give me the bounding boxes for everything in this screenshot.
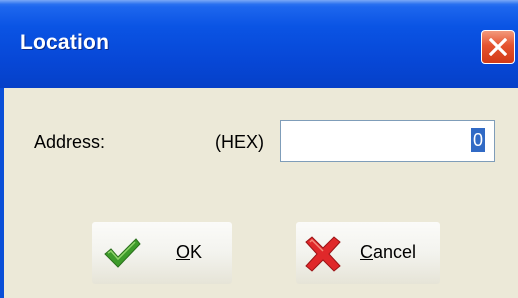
red-x-icon [305, 236, 341, 272]
location-dialog: Location Address: (HEX) 0 OK Cancel [0, 0, 518, 298]
ok-button[interactable]: OK [92, 222, 232, 284]
close-icon [489, 38, 507, 56]
title-bar[interactable]: Location [0, 0, 518, 88]
cancel-button[interactable]: Cancel [296, 222, 440, 284]
ok-label: OK [176, 242, 203, 262]
address-label: Address: [34, 132, 106, 152]
checkmark-icon [104, 238, 141, 268]
dialog-title: Location [20, 31, 110, 54]
hex-label: (HEX) [215, 132, 264, 152]
address-value[interactable]: 0 [471, 128, 485, 152]
cancel-label: Cancel [360, 242, 417, 262]
close-button[interactable] [481, 30, 515, 64]
address-input[interactable] [280, 120, 495, 162]
